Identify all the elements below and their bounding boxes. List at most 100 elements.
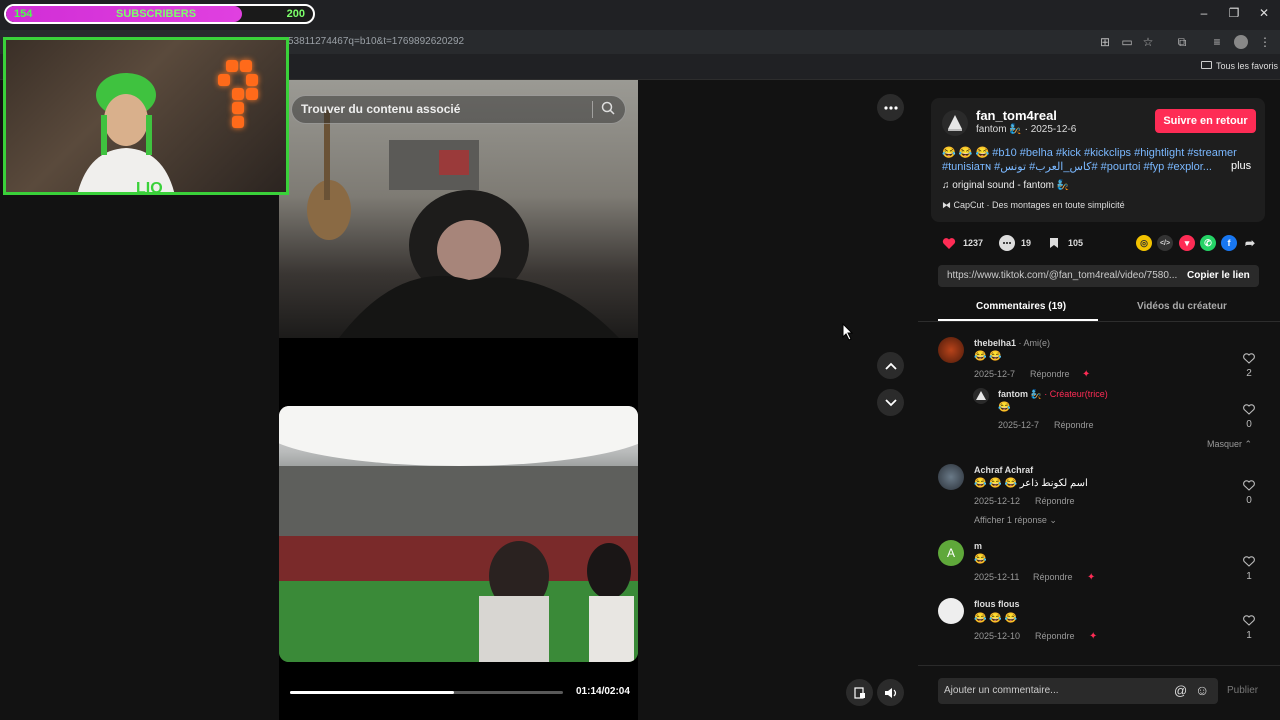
publish-button[interactable]: Publier bbox=[1227, 685, 1258, 696]
music-link[interactable]: ♫ original sound - fantom 🧞 bbox=[942, 180, 1069, 191]
previous-video-button[interactable] bbox=[877, 352, 904, 379]
hide-replies-label: Masquer bbox=[1207, 439, 1243, 449]
comment-like-count: 0 bbox=[1246, 419, 1252, 430]
comment-date: 2025-12-7 bbox=[974, 369, 1016, 379]
like-heart-icon[interactable] bbox=[941, 235, 957, 251]
reply-button[interactable]: Répondre bbox=[1033, 572, 1073, 582]
video-link-url[interactable]: https://www.tiktok.com/@fan_tom4real/vid… bbox=[947, 270, 1177, 281]
comment-date: 2025-12-10 bbox=[974, 631, 1021, 641]
mouse-cursor bbox=[842, 323, 854, 341]
music-note-icon: ♫ bbox=[942, 180, 953, 191]
reply-button[interactable]: Répondre bbox=[1054, 420, 1094, 430]
comment-icon[interactable] bbox=[999, 235, 1015, 251]
comment-like-icon[interactable] bbox=[1243, 556, 1255, 567]
tabs-divider bbox=[918, 321, 1280, 322]
reply-date: 2025-12-7 bbox=[998, 420, 1040, 430]
more-options-button[interactable] bbox=[877, 94, 904, 121]
comment-like-icon[interactable] bbox=[1243, 353, 1255, 364]
profile-avatar[interactable] bbox=[1234, 35, 1248, 49]
video-frame-stadium-scene bbox=[279, 406, 638, 662]
video-progress-fill[interactable] bbox=[290, 691, 454, 694]
commenter-avatar[interactable]: A bbox=[938, 540, 964, 566]
reply-button[interactable]: Répondre bbox=[1035, 631, 1075, 641]
follow-back-button[interactable]: Suivre en retour bbox=[1155, 109, 1256, 133]
comment-text: 😂 😂 😂 bbox=[974, 613, 1017, 624]
commenter-avatar[interactable] bbox=[938, 464, 964, 490]
url-text[interactable]: 53811274467q=b10&t=1769892620292 bbox=[288, 36, 464, 47]
comment-like-count: 2 bbox=[1246, 368, 1252, 379]
caption-line-2[interactable]: #tunisiaᴛɴ #كاس_العرب# تونس# #pourtoi #f… bbox=[942, 160, 1212, 173]
reply-author-name: fantom 🧞 bbox=[998, 389, 1042, 399]
reply-button[interactable]: Répondre bbox=[1030, 369, 1070, 379]
menu-kebab-icon[interactable]: ⋮ bbox=[1258, 35, 1272, 49]
chevron-up-icon: ⌃ bbox=[1244, 439, 1253, 449]
comment-like-icon[interactable] bbox=[1243, 615, 1255, 626]
comment-like-icon[interactable] bbox=[1243, 404, 1255, 415]
tab-creator-videos[interactable]: Vidéos du créateur bbox=[1137, 301, 1227, 312]
cast-icon[interactable]: ▭ bbox=[1120, 35, 1134, 49]
mention-icon[interactable]: @ bbox=[1174, 683, 1187, 698]
capcut-link[interactable]: ⧓ CapCut · Des montages en toute simplic… bbox=[942, 200, 1125, 211]
reply-button[interactable]: Répondre bbox=[1035, 496, 1075, 506]
translate-icon[interactable]: ⊞ bbox=[1098, 35, 1112, 49]
emoji-icon[interactable]: ☺ bbox=[1195, 682, 1209, 698]
comment-author[interactable]: flous flous bbox=[974, 599, 1020, 609]
close-icon[interactable]: ✕ bbox=[1256, 6, 1272, 20]
copy-link-button[interactable]: Copier le lien bbox=[1187, 270, 1250, 281]
capcut-text: CapCut · Des montages en toute simplicit… bbox=[953, 200, 1125, 210]
caption-line-1[interactable]: 😂 😂 😂 #b10 #belha #kick #kickclips #high… bbox=[942, 146, 1252, 159]
commenter-avatar[interactable] bbox=[938, 337, 964, 363]
whatsapp-icon[interactable]: ✆ bbox=[1200, 235, 1216, 251]
extensions-icon[interactable]: ⧉ bbox=[1175, 35, 1189, 49]
next-video-button[interactable] bbox=[877, 389, 904, 416]
subscriber-label: SUBSCRIBERS bbox=[116, 8, 197, 20]
chevron-down-icon: ⌄ bbox=[1049, 515, 1057, 525]
comment-author[interactable]: m bbox=[974, 541, 982, 551]
tab-comments[interactable]: Commentaires (19) bbox=[976, 301, 1066, 312]
comment-text: 😂 😂 bbox=[974, 351, 1002, 362]
media-control-icon[interactable]: ≡ bbox=[1210, 35, 1224, 49]
comment-author-name: thebelha1 bbox=[974, 338, 1017, 348]
hide-replies-link[interactable]: Masquer ⌃ bbox=[1207, 439, 1252, 450]
comment-author[interactable]: Achraf Achraf bbox=[974, 465, 1033, 475]
comment-date: 2025-12-11 bbox=[974, 572, 1020, 582]
picture-in-picture-button[interactable] bbox=[846, 679, 873, 706]
minimize-icon[interactable]: – bbox=[1196, 6, 1212, 20]
like-count: 1237 bbox=[963, 238, 984, 248]
comment-input-placeholder[interactable]: Ajouter un commentaire... bbox=[944, 685, 1059, 696]
bookmark-icon[interactable] bbox=[1046, 235, 1062, 251]
author-username[interactable]: fan_tom4real bbox=[976, 108, 1057, 123]
caption-more-link[interactable]: plus bbox=[1231, 160, 1251, 172]
facebook-icon[interactable]: f bbox=[1221, 235, 1237, 251]
creator-avatar[interactable] bbox=[973, 388, 989, 404]
comment-text: 😂 😂 😂 اسم لكونط ذاعر bbox=[974, 478, 1088, 489]
all-bookmarks-link[interactable]: Tous les favoris bbox=[1216, 61, 1278, 71]
subscriber-goal-bar: 154 SUBSCRIBERS 200 bbox=[4, 4, 315, 24]
restore-icon[interactable]: ❐ bbox=[1226, 6, 1242, 20]
comment-author[interactable]: thebelha1 · Ami(e) bbox=[974, 338, 1050, 348]
streamer-figure bbox=[77, 73, 175, 192]
comment-like-count: 1 bbox=[1246, 571, 1252, 582]
commenter-avatar[interactable] bbox=[938, 598, 964, 624]
save-count: 105 bbox=[1068, 238, 1084, 248]
send-to-friends-icon[interactable]: ▾ bbox=[1179, 235, 1195, 251]
video-player[interactable] bbox=[279, 80, 638, 720]
search-icon[interactable] bbox=[601, 101, 615, 115]
music-title: original sound - fantom 🧞 bbox=[952, 180, 1070, 191]
capcut-icon: ⧓ bbox=[942, 200, 954, 210]
reply-author[interactable]: fantom 🧞 · Créateur(trice) bbox=[998, 389, 1108, 400]
volume-button[interactable] bbox=[877, 679, 904, 706]
author-display-and-date: fantom 🧞 · 2025-12-6 bbox=[976, 124, 1077, 135]
folder-icon[interactable] bbox=[1201, 61, 1212, 69]
share-arrow-icon[interactable]: ➦ bbox=[1242, 235, 1258, 251]
embed-icon[interactable]: </> bbox=[1157, 235, 1173, 251]
bookmark-star-icon[interactable]: ☆ bbox=[1141, 35, 1155, 49]
friend-tag: · Ami(e) bbox=[1016, 338, 1051, 348]
author-avatar[interactable] bbox=[942, 110, 968, 136]
creator-tag: · Créateur(trice) bbox=[1041, 389, 1108, 399]
creator-liked-icon: ✦ bbox=[1087, 572, 1096, 583]
comment-like-icon[interactable] bbox=[1243, 480, 1255, 491]
show-replies-link[interactable]: Afficher 1 réponse ⌄ bbox=[974, 515, 1057, 526]
related-search-input[interactable]: Trouver du contenu associé bbox=[301, 102, 460, 116]
gift-icon[interactable]: ◎ bbox=[1136, 235, 1152, 251]
